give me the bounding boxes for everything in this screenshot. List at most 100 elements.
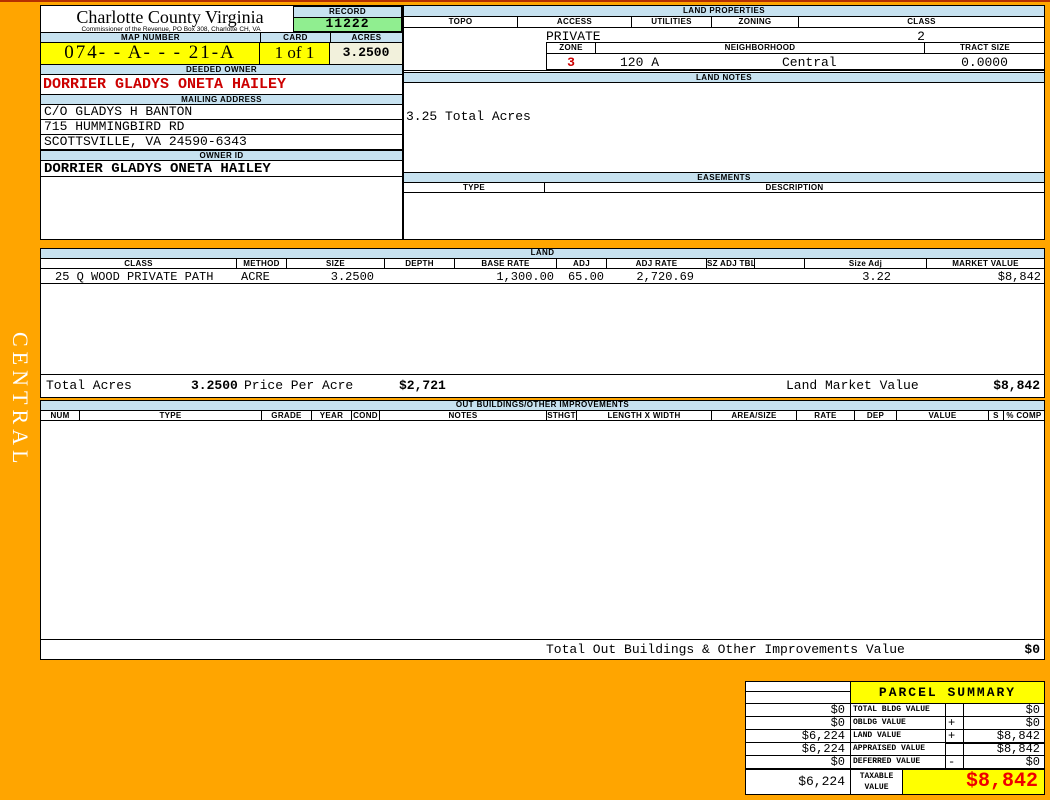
land-market-value: $8,842: [993, 378, 1040, 393]
label-total-bldg: TOTAL BLDG VALUE: [851, 703, 946, 716]
summary-row-total-bldg: $0 TOTAL BLDG VALUE $0: [746, 703, 1044, 716]
value-land: $8,842: [964, 729, 1044, 742]
easement-description-label: DESCRIPTION: [544, 183, 1044, 192]
land-col-market-value: MARKET VALUE: [926, 259, 1044, 268]
parcel-summary: PARCEL SUMMARY $0 TOTAL BLDG VALUE $0 $0…: [745, 681, 1045, 795]
neighborhood-label: NEIGHBORHOOD: [595, 43, 924, 53]
owner-id-value: DORRIER GLADYS ONETA HAILEY: [41, 161, 402, 177]
op-deferred: -: [946, 755, 964, 768]
land-row-size: 3.2500: [330, 270, 374, 284]
ob-col-notes: NOTES: [379, 411, 546, 420]
prior-obldg: $0: [746, 716, 851, 729]
summary-row-appraised: $6,224 APPRAISED VALUE $8,842: [746, 742, 1044, 755]
land-row-class: 25 Q WOOD PRIVATE PATH: [55, 270, 214, 284]
parcel-summary-header-row: PARCEL SUMMARY: [746, 682, 1044, 703]
land-row-divider: [41, 283, 1044, 284]
ob-col-grade: GRADE: [261, 411, 311, 420]
label-land: LAND VALUE: [851, 729, 946, 742]
land-row-market-value: $8,842: [997, 270, 1041, 284]
col-utilities: UTILITIES: [631, 17, 711, 27]
price-per-acre-value: $2,721: [399, 378, 446, 393]
parcel-summary-blank-split: [746, 682, 850, 692]
prior-total-bldg: $0: [746, 703, 851, 716]
easement-type-label: TYPE: [462, 183, 486, 192]
land-row-adj: 65.00: [567, 270, 604, 284]
land-properties-title: LAND PROPERTIES: [404, 6, 1044, 17]
land-row-adj-rate: 2,720.69: [636, 270, 694, 284]
record-value: 11222: [293, 17, 402, 32]
land-col-size: SIZE: [286, 259, 384, 268]
zone-neighborhood-table: ZONE NEIGHBORHOOD TRACT SIZE 3 120 A Cen…: [546, 42, 1044, 70]
land-row: 25 Q WOOD PRIVATE PATH ACRE 3.2500 1,300…: [41, 269, 1044, 284]
total-acres-value: 3.2500: [191, 378, 238, 393]
land-section: LAND CLASS METHOD SIZE DEPTH BASE RATE A…: [40, 248, 1045, 398]
out-buildings-total-value: $0: [1024, 642, 1040, 657]
parcel-summary-blank-cell: [746, 682, 851, 703]
land-totals-row: Total Acres 3.2500 Price Per Acre $2,721…: [41, 374, 1044, 397]
property-record-card: { "colors": { "page_orange": "#FFA500", …: [0, 0, 1050, 800]
land-row-base-rate: 1,300.00: [496, 270, 554, 284]
zone-value: 3: [567, 55, 575, 70]
ob-col-length-width: LENGTH X WIDTH: [576, 411, 711, 420]
label-taxable: TAXABLE VALUE: [851, 768, 903, 794]
ob-col-rate: RATE: [796, 411, 854, 420]
ob-col-sthgt: STHGT: [546, 411, 576, 420]
land-col-adj-rate: ADJ RATE: [606, 259, 706, 268]
land-properties-panel: LAND PROPERTIES TOPO ACCESS UTILITIES ZO…: [403, 5, 1045, 240]
price-per-acre-label: Price Per Acre: [244, 378, 354, 393]
ob-col-cond: COND: [351, 411, 379, 420]
summary-row-land: $6,224 LAND VALUE + $8,842: [746, 729, 1044, 742]
out-buildings-total-label: Total Out Buildings & Other Improvements…: [546, 642, 905, 657]
owner-panel: Charlotte County Virginia Commissioner o…: [40, 5, 403, 240]
summary-row-obldg: $0 OBLDG VALUE + $0: [746, 716, 1044, 729]
card-value: 1 of 1: [260, 43, 330, 64]
label-deferred: DEFERRED VALUE: [851, 755, 946, 768]
neighborhood-code: 120 A: [620, 55, 660, 70]
ob-col-area-size: AREA/SIZE: [711, 411, 796, 420]
window-top-edge: [0, 0, 1050, 2]
col-topo: TOPO: [448, 17, 473, 26]
col-access: ACCESS: [517, 17, 631, 27]
parcel-summary-title: PARCEL SUMMARY: [851, 682, 1044, 703]
district-vertical-label: CENTRAL: [8, 332, 33, 469]
land-row-method: ACRE: [241, 270, 270, 284]
tract-size-value: 0.0000: [961, 55, 1008, 70]
col-class: CLASS: [798, 17, 1044, 27]
map-number-value: 074- - A- - - 21-A: [41, 43, 260, 64]
land-col-class: CLASS: [124, 259, 153, 268]
card-label: CARD: [260, 32, 330, 43]
land-col-method: METHOD: [236, 259, 286, 268]
op-obldg: +: [946, 716, 964, 729]
land-col-blank: [754, 259, 804, 268]
address-line-3: SCOTTSVILLE, VA 24590-6343: [41, 135, 402, 150]
address-line-2: 715 HUMMINGBIRD RD: [41, 120, 402, 135]
tract-size-label: TRACT SIZE: [924, 43, 1045, 53]
op-total-bldg: [946, 703, 964, 716]
value-total-bldg: $0: [964, 703, 1044, 716]
prior-taxable: $6,224: [746, 768, 851, 794]
value-obldg: $0: [964, 716, 1044, 729]
land-col-sz-adj-tbl: SZ ADJ TBL: [706, 259, 754, 268]
op-appraised: [946, 742, 964, 755]
value-appraised: $8,842: [964, 742, 1044, 755]
land-market-value-label: Land Market Value: [786, 378, 919, 393]
ob-col-pct-comp: % COMP: [1003, 411, 1044, 420]
ob-col-num: NUM: [50, 411, 70, 420]
acres-value: 3.2500: [330, 43, 402, 64]
ob-col-s: S: [988, 411, 1003, 420]
land-notes-text: 3.25 Total Acres: [406, 109, 531, 124]
address-line-1: C/O GLADYS H BANTON: [41, 105, 402, 120]
land-properties-divider: [404, 70, 1044, 71]
prior-land: $6,224: [746, 729, 851, 742]
land-col-base-rate: BASE RATE: [454, 259, 556, 268]
col-zoning: ZONING: [711, 17, 798, 27]
acres-label: ACRES: [330, 32, 402, 43]
summary-row-deferred: $0 DEFERRED VALUE - $0: [746, 755, 1044, 768]
op-land: +: [946, 729, 964, 742]
owner-id-label: OWNER ID: [41, 150, 402, 161]
county-title: Charlotte County Virginia: [76, 7, 264, 27]
out-buildings-total-row: Total Out Buildings & Other Improvements…: [41, 639, 1044, 659]
land-col-depth: DEPTH: [384, 259, 454, 268]
value-taxable: $8,842: [903, 768, 1044, 794]
prior-deferred: $0: [746, 755, 851, 768]
